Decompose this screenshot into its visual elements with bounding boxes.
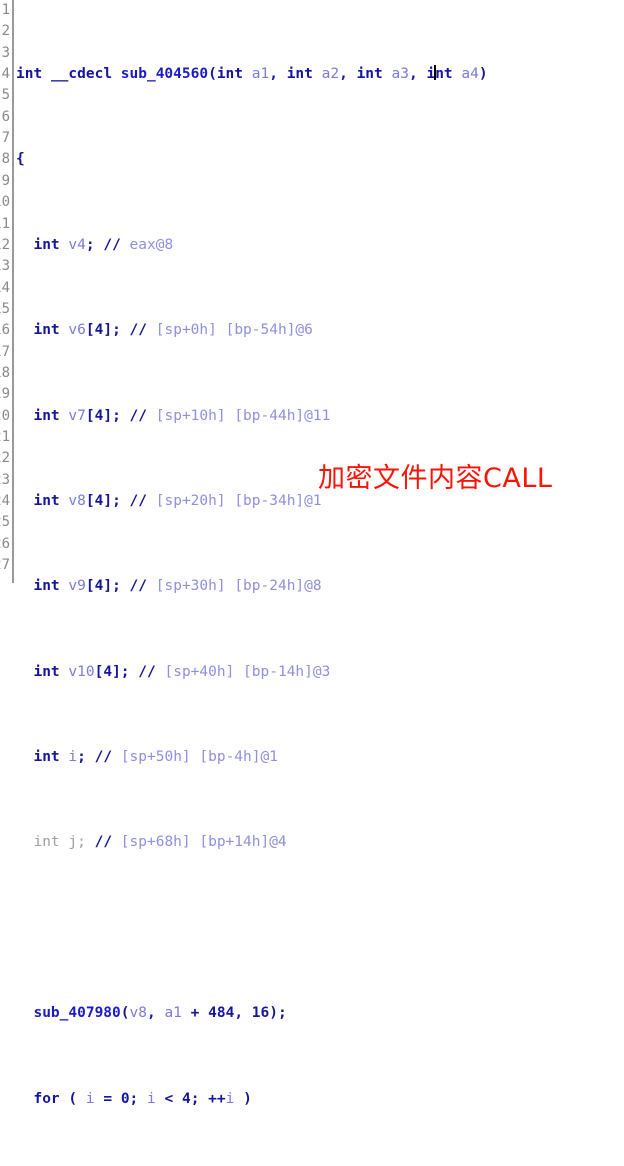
- line-number: 24: [0, 493, 10, 510]
- line-number-gutter: 1 2 3 4 5 6 7 8 9 10 11 12 13 14 15 16 1…: [0, 0, 14, 583]
- code-line-call[interactable]: sub_407980(v8, a1 + 484, 16);: [16, 1003, 624, 1024]
- line-number: 5: [1, 87, 10, 104]
- line-number: 3: [1, 44, 10, 61]
- line-number: 10: [0, 194, 10, 211]
- line-number: 22: [0, 450, 10, 467]
- pseudocode-view[interactable]: 1 2 3 4 5 6 7 8 9 10 11 12 13 14 15 16 1…: [0, 0, 624, 1107]
- line-number: 16: [0, 322, 10, 339]
- line-number: 6: [1, 108, 10, 125]
- line-number: 21: [0, 429, 10, 445]
- line-number: 14: [0, 279, 10, 296]
- line-number: 8: [1, 151, 10, 168]
- code-line-signature[interactable]: int __cdecl sub_404560(int a1, int a2, i…: [16, 64, 624, 85]
- annotation-label: 加密文件内容CALL: [318, 463, 553, 494]
- code-line-decl-v9[interactable]: int v9[4]; // [sp+30h] [bp-24h]@8: [16, 576, 624, 597]
- line-number: 12: [0, 236, 10, 253]
- code-line-decl-j[interactable]: int j; // [sp+68h] [bp+14h]@4: [16, 832, 624, 853]
- code-line-for[interactable]: for ( i = 0; i < 4; ++i ): [16, 1089, 624, 1110]
- code-line-decl-v6[interactable]: int v6[4]; // [sp+0h] [bp-54h]@6: [16, 320, 624, 341]
- line-number: 11: [0, 215, 10, 232]
- line-number: 19: [0, 386, 10, 403]
- line-number: 17: [0, 343, 10, 360]
- line-number: 23: [0, 471, 10, 488]
- line-number: 7: [1, 130, 10, 147]
- code-line-decl-i[interactable]: int i; // [sp+50h] [bp-4h]@1: [16, 747, 624, 768]
- line-number: 20: [0, 407, 10, 424]
- line-number: 25: [0, 514, 10, 531]
- line-number: 4: [1, 66, 10, 83]
- line-number: 15: [0, 300, 10, 317]
- line-number: 1: [1, 2, 10, 18]
- gutter-separator-rule: [12, 0, 14, 583]
- code-line-decl-v4[interactable]: int v4; // eax@8: [16, 235, 624, 256]
- line-number: 26: [0, 535, 10, 552]
- code-line[interactable]: {: [16, 149, 624, 170]
- line-number: 2: [1, 23, 10, 40]
- line-number: 27: [0, 557, 10, 574]
- code-line-decl-v7[interactable]: int v7[4]; // [sp+10h] [bp-44h]@11: [16, 406, 624, 427]
- code-line-decl-v10[interactable]: int v10[4]; // [sp+40h] [bp-14h]@3: [16, 662, 624, 683]
- line-number: 9: [1, 172, 10, 189]
- line-number: 13: [0, 258, 10, 275]
- line-number: 18: [0, 364, 10, 381]
